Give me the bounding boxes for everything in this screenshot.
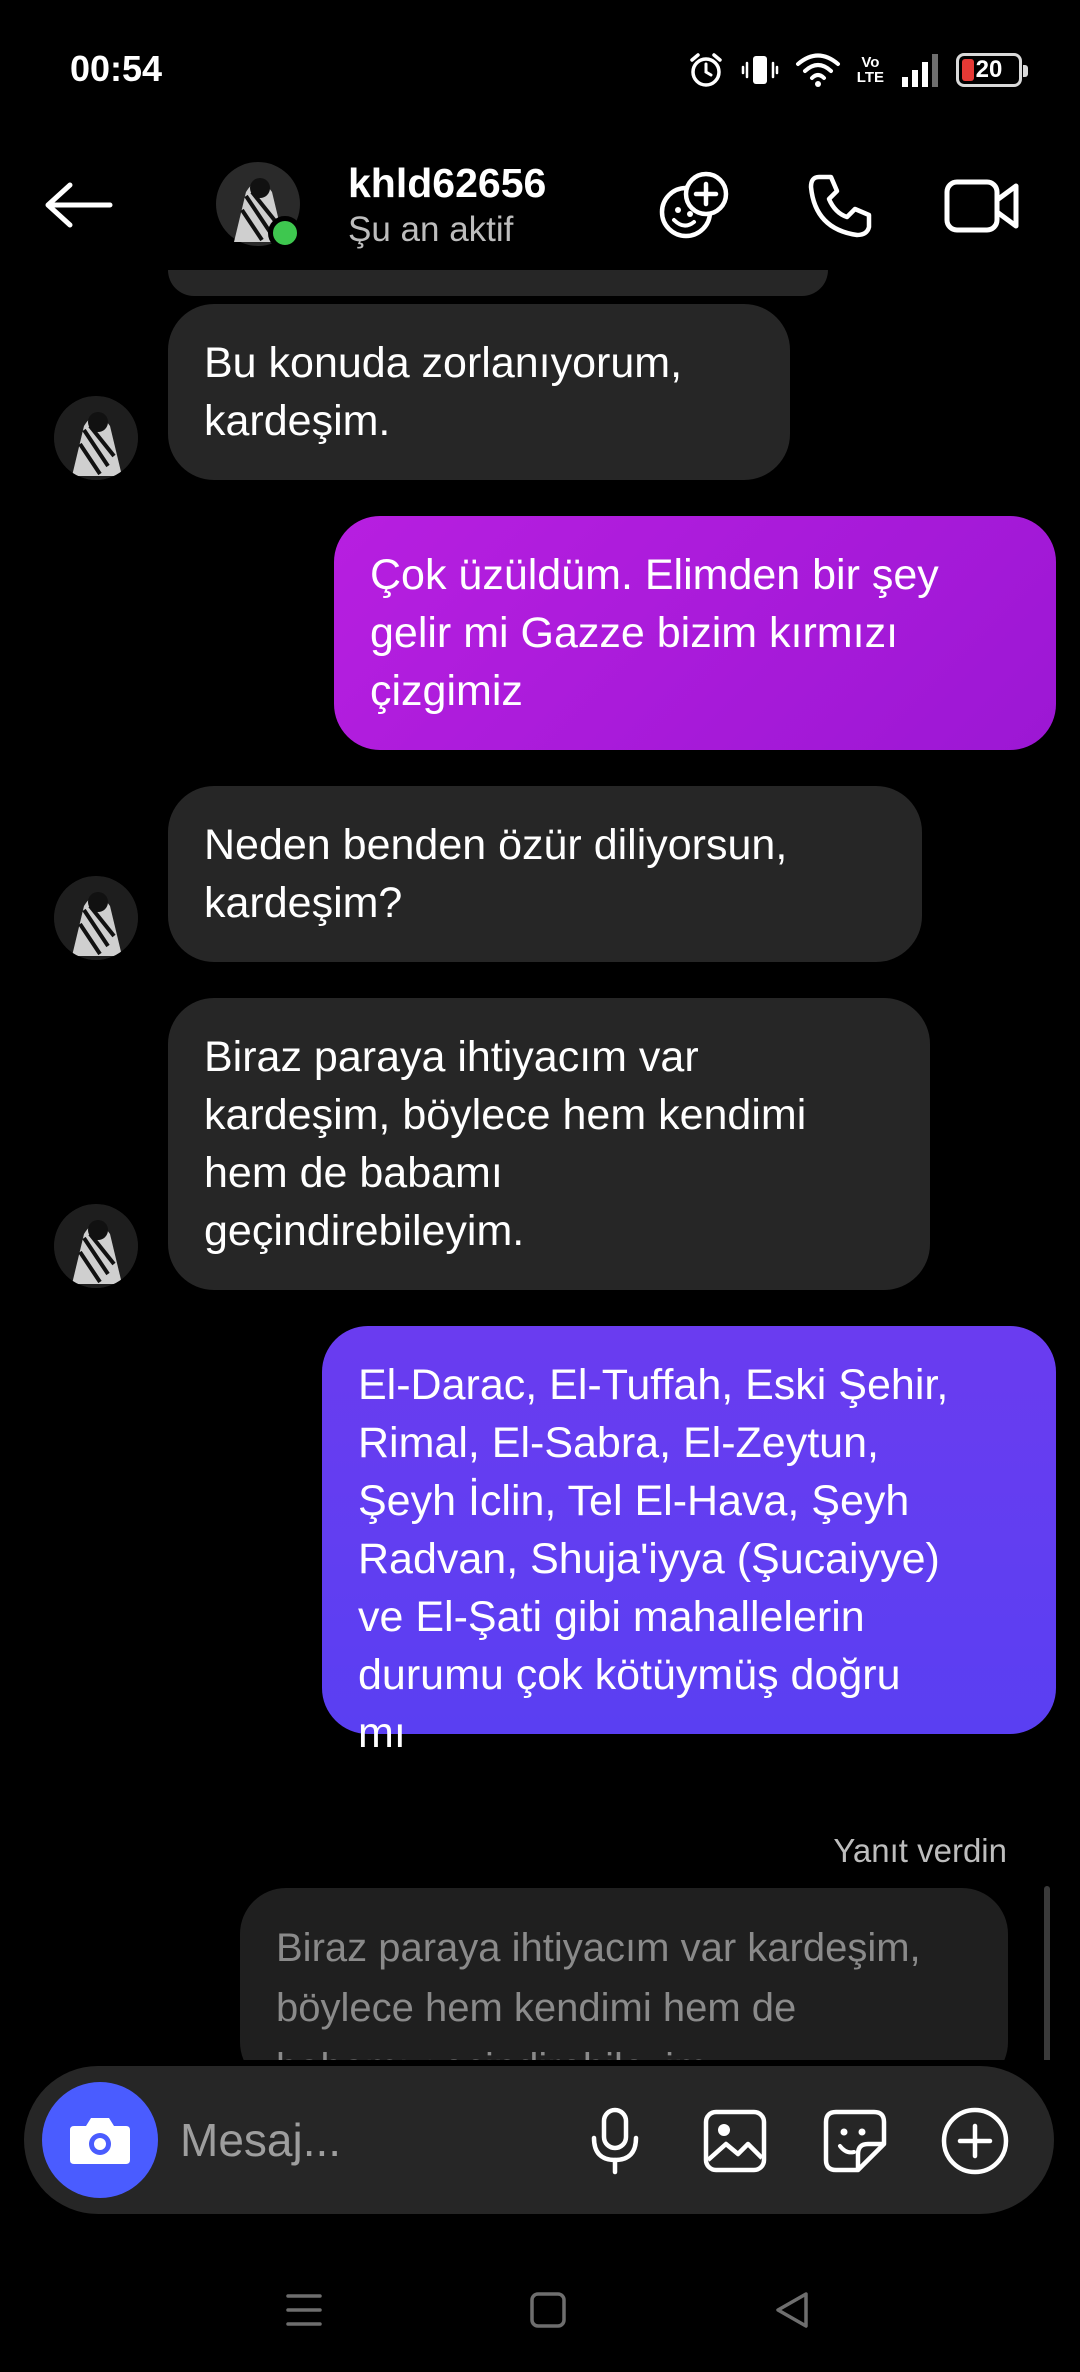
status-bar: 00:54 Vo LTE 20 [0, 0, 1080, 140]
sticker-icon [823, 2109, 887, 2173]
alarm-icon [687, 51, 725, 89]
camera-button[interactable] [42, 2082, 158, 2198]
gallery-button[interactable] [690, 2096, 780, 2186]
recent-apps-button[interactable] [264, 2270, 344, 2350]
phone-icon [808, 174, 872, 238]
message-outgoing-1[interactable]: Çok üzüldüm. Elimden bir şey gelir mi Ga… [334, 516, 1056, 750]
signal-icon [900, 51, 940, 89]
sender-avatar [54, 876, 138, 960]
gallery-icon [703, 2109, 767, 2173]
more-options-button[interactable] [930, 2096, 1020, 2186]
chat-username[interactable]: khld62656 [348, 160, 546, 207]
camera-icon [70, 2118, 130, 2164]
back-icon [776, 2292, 808, 2328]
plus-icon [941, 2107, 1009, 2175]
wifi-icon [795, 51, 841, 89]
previous-message-edge [168, 270, 828, 296]
back-nav-button[interactable] [752, 2270, 832, 2350]
battery-indicator: 20 [956, 53, 1028, 87]
volte-label: Vo LTE [856, 54, 884, 86]
message-thread[interactable]: Bu konuda zorlanıyorum, kardeşim. Çok üz… [0, 270, 1080, 2060]
online-status-dot [268, 216, 302, 250]
sender-avatar [54, 1204, 138, 1288]
back-arrow-icon [45, 182, 113, 228]
video-camera-icon [944, 179, 1019, 233]
reply-quoted-message[interactable]: Biraz paraya ihtiyacım var kardeşim, böy… [240, 1888, 1008, 2060]
home-icon [530, 2292, 566, 2328]
microphone-icon [591, 2107, 639, 2175]
sticker-button[interactable] [810, 2096, 900, 2186]
replied-label: Yanıt verdin [833, 1832, 1007, 1869]
scrollbar[interactable] [1044, 1886, 1050, 2060]
message-incoming-2[interactable]: Neden benden özür diliyorsun, kardeşim? [168, 786, 922, 962]
back-button[interactable] [44, 175, 124, 235]
vibrate-icon [741, 51, 779, 89]
voice-call-button[interactable] [800, 166, 880, 246]
status-icons: Vo LTE 20 [687, 46, 1028, 94]
presence-status: Şu an aktif [348, 210, 514, 249]
home-button[interactable] [508, 2270, 588, 2350]
effects-icon [659, 171, 729, 239]
menu-icon [286, 2294, 322, 2326]
message-outgoing-2[interactable]: El-Darac, El-Tuffah, Eski Şehir, Rimal, … [322, 1326, 1056, 1757]
video-call-button[interactable] [942, 166, 1022, 246]
sender-avatar [54, 396, 138, 480]
chat-header: khld62656 Şu an aktif [0, 140, 1080, 270]
message-incoming-3[interactable]: Biraz paraya ihtiyacım var kardeşim, böy… [168, 998, 930, 1290]
message-incoming-1[interactable]: Bu konuda zorlanıyorum, kardeşim. [168, 304, 790, 480]
message-composer [24, 2066, 1054, 2214]
effects-button[interactable] [654, 166, 734, 246]
message-input[interactable] [180, 2110, 560, 2170]
voice-message-button[interactable] [570, 2096, 660, 2186]
battery-percent: 20 [975, 56, 1003, 83]
status-time: 00:54 [70, 48, 163, 89]
system-nav-bar [0, 2250, 1080, 2372]
